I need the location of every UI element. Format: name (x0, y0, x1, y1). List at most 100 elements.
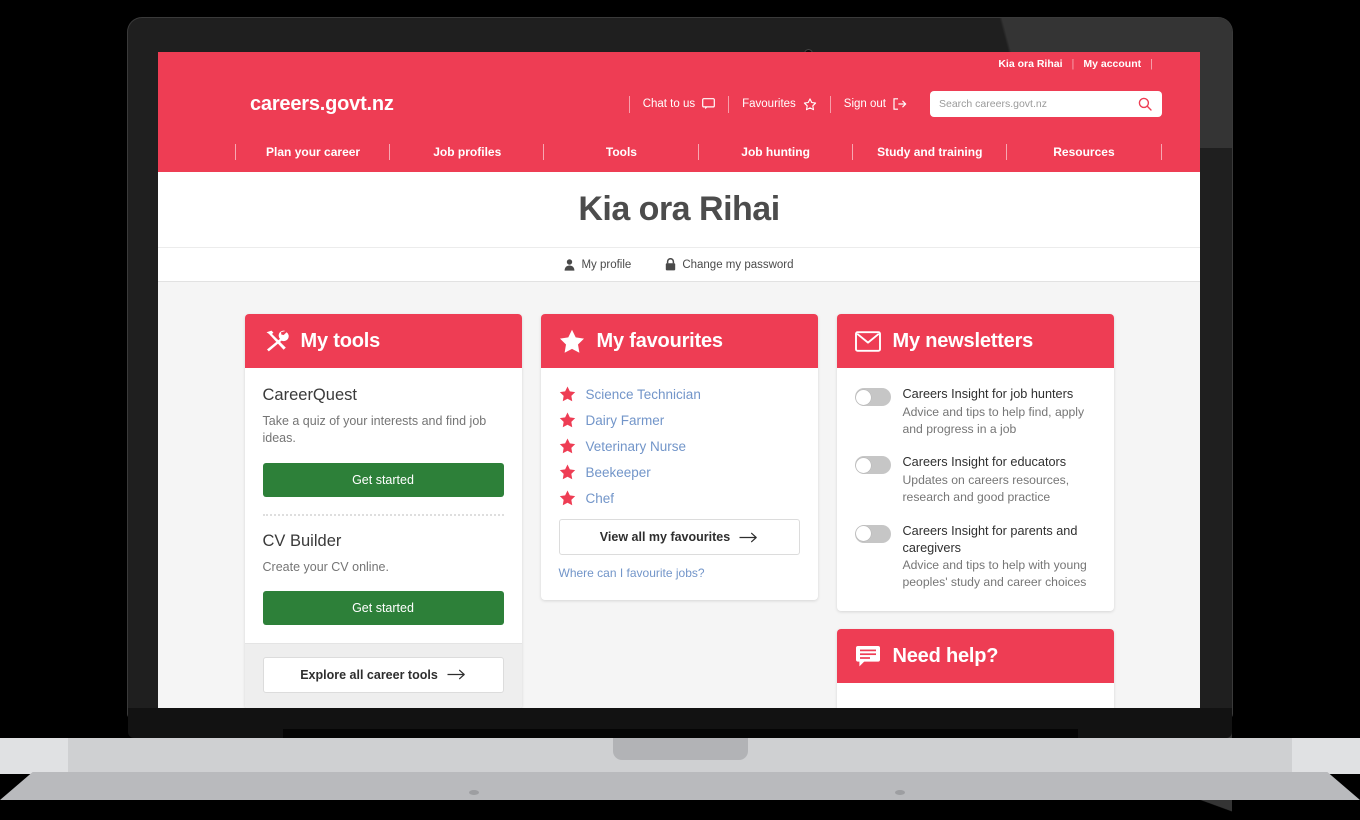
browser-viewport: Kia ora Rihai | My account | careers.gov… (158, 52, 1200, 708)
newsletter-text: Careers Insight for educators Updates on… (903, 454, 1096, 505)
favourites-label: Favourites (742, 97, 796, 110)
need-help-card-header: Need help? (836, 629, 1114, 684)
nav-item-tools[interactable]: Tools (543, 143, 698, 161)
view-all-favourites-button[interactable]: View all my favourites (558, 519, 800, 555)
search-submit-button[interactable] (1128, 91, 1162, 117)
my-tools-body: CareerQuest Take a quiz of your interest… (245, 368, 522, 643)
star-icon[interactable] (559, 438, 576, 454)
my-tools-card: My tools CareerQuest Take a quiz of your… (244, 314, 522, 708)
tool-cv-builder: CV Builder Create your CV online. Get st… (262, 532, 504, 625)
arrow-right-icon (739, 532, 757, 542)
laptop-base-notch (613, 738, 748, 760)
account-subnav: My profile Change my password (158, 248, 1200, 282)
column-favourites: My favourites Science Technician Dairy F… (540, 314, 818, 708)
need-help-body (837, 683, 1114, 708)
nav-divider-end (1161, 144, 1163, 160)
explore-all-career-tools-button[interactable]: Explore all career tools (262, 656, 504, 693)
search-bar[interactable] (930, 91, 1162, 117)
favourite-link[interactable]: Dairy Farmer (586, 413, 665, 428)
my-account-link[interactable]: My account (1083, 58, 1141, 70)
my-favourites-card-header: My favourites (540, 314, 818, 368)
favourites-link[interactable]: Favourites (728, 95, 830, 113)
site-logo[interactable]: careers.govt.nz (250, 93, 394, 116)
speech-bubble-icon (855, 646, 880, 667)
laptop-base-edge-right (1290, 738, 1360, 774)
page-title: Kia ora Rihai (578, 190, 780, 228)
search-icon (1138, 97, 1152, 111)
need-help-title: Need help? (892, 644, 999, 667)
newsletter-title: Careers Insight for job hunters (902, 387, 1074, 401)
my-favourites-body: Science Technician Dairy Farmer Veterina… (541, 368, 818, 600)
newsletter-text: Careers Insight for parents and caregive… (903, 523, 1096, 591)
list-item: Chef (559, 490, 800, 506)
list-item: Careers Insight for job hunters Advice a… (854, 386, 1096, 437)
my-favourites-card: My favourites Science Technician Dairy F… (540, 314, 818, 600)
nav-item-job-profiles[interactable]: Job profiles (389, 143, 544, 161)
main-navigation: Plan your career Job profiles Tools Job … (158, 132, 1200, 172)
arrow-right-icon (447, 669, 465, 680)
star-icon[interactable] (559, 386, 576, 402)
tool-description: Create your CV online. (262, 559, 389, 574)
greeting-link[interactable]: Kia ora Rihai (998, 58, 1062, 70)
star-icon[interactable] (559, 464, 576, 480)
favourite-link[interactable]: Beekeeper (586, 465, 651, 480)
favourite-link[interactable]: Chef (586, 491, 615, 506)
header-utility-links: Chat to us Favourites Sign out (628, 91, 1162, 117)
newsletter-toggle-educators[interactable] (854, 456, 891, 475)
list-item: Beekeeper (559, 464, 800, 480)
list-item: Careers Insight for educators Updates on… (854, 454, 1096, 505)
chat-to-us-link[interactable]: Chat to us (628, 95, 728, 113)
newsletter-toggle-parents[interactable] (854, 524, 891, 543)
tool-careerquest: CareerQuest Take a quiz of your interest… (262, 386, 504, 497)
my-newsletters-card: My newsletters Careers Insight for job h… (836, 314, 1114, 612)
laptop-foot-right (895, 790, 905, 795)
star-icon[interactable] (559, 490, 576, 506)
my-favourites-title: My favourites (596, 329, 724, 352)
my-tools-card-header: My tools (244, 314, 522, 368)
need-help-card: Need help? (836, 629, 1114, 708)
cv-builder-get-started-button[interactable]: Get started (262, 590, 504, 625)
lock-icon (666, 258, 676, 271)
newsletter-toggle-job-hunters[interactable] (854, 388, 891, 406)
where-can-i-favourite-jobs-link[interactable]: Where can I favourite jobs? (559, 566, 705, 580)
my-tools-card-footer: Explore all career tools (244, 642, 522, 708)
my-profile-link[interactable]: My profile (564, 259, 631, 271)
utility-separator: | (1071, 58, 1075, 70)
tool-divider (262, 513, 504, 516)
toggle-knob (856, 389, 871, 405)
nav-item-job-hunting[interactable]: Job hunting (697, 143, 853, 161)
my-newsletters-title: My newsletters (892, 329, 1034, 352)
sign-out-link[interactable]: Sign out (829, 95, 920, 113)
nav-item-study-and-training[interactable]: Study and training (851, 143, 1007, 161)
star-icon[interactable] (559, 412, 576, 428)
laptop-base-front (0, 772, 1360, 800)
change-password-link[interactable]: Change my password (665, 258, 794, 271)
person-icon (565, 258, 575, 271)
site-header: Kia ora Rihai | My account | careers.gov… (158, 52, 1200, 172)
column-newsletters: My newsletters Careers Insight for job h… (836, 314, 1114, 708)
page-hero: Kia ora Rihai (158, 172, 1200, 248)
explore-all-career-tools-label: Explore all career tools (300, 667, 438, 682)
list-item: Careers Insight for parents and caregive… (854, 523, 1096, 591)
star-outline-icon (803, 97, 816, 110)
column-tools: My tools CareerQuest Take a quiz of your… (244, 314, 522, 708)
toggle-knob (856, 457, 871, 473)
nav-item-plan-your-career[interactable]: Plan your career (234, 143, 390, 161)
sign-out-icon (893, 98, 907, 110)
laptop-foot-left (469, 790, 479, 795)
newsletter-title: Careers Insight for educators (902, 455, 1067, 470)
search-input[interactable] (930, 92, 1128, 116)
envelope-icon (854, 330, 881, 352)
tool-name: CareerQuest (262, 386, 357, 404)
list-item: Veterinary Nurse (559, 438, 800, 454)
newsletter-description: Updates on careers resources, research a… (902, 473, 1070, 505)
list-item: Science Technician (559, 386, 800, 402)
utility-bar: Kia ora Rihai | My account | (158, 52, 1200, 76)
careerquest-get-started-button[interactable]: Get started (262, 462, 504, 497)
favourite-link[interactable]: Science Technician (586, 387, 701, 402)
favourites-list: Science Technician Dairy Farmer Veterina… (559, 386, 800, 506)
nav-item-resources[interactable]: Resources (1005, 143, 1161, 161)
sign-out-label: Sign out (843, 97, 886, 110)
favourite-link[interactable]: Veterinary Nurse (586, 439, 687, 454)
utility-separator-end: | (1150, 58, 1153, 70)
